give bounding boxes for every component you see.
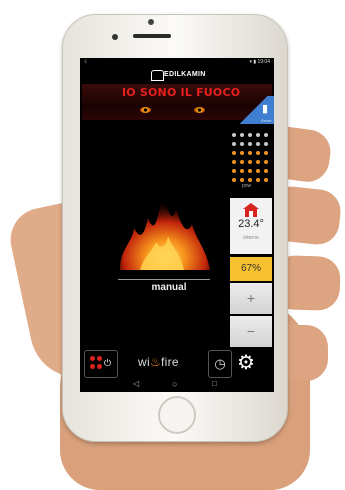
power-dot bbox=[264, 169, 268, 173]
temperature-panel[interactable]: 23.4° interno bbox=[230, 198, 272, 254]
temperature-value: 23.4° bbox=[238, 218, 264, 230]
power-dot bbox=[232, 169, 236, 173]
remote-label: Reset bbox=[261, 118, 272, 123]
power-dot bbox=[256, 151, 260, 155]
wifire-logo-left: wi bbox=[138, 355, 150, 369]
increase-button[interactable]: + bbox=[230, 283, 272, 314]
status-left: ☇ bbox=[84, 59, 87, 65]
power-dot bbox=[248, 142, 252, 146]
android-nav-bar: ◁ ○ □ bbox=[80, 378, 274, 392]
power-dot bbox=[240, 133, 244, 137]
decrease-button[interactable]: − bbox=[230, 316, 272, 347]
brand-name: EDILKAMIN bbox=[164, 71, 206, 78]
flame-icon: ♨ bbox=[149, 355, 161, 369]
dot-icon bbox=[97, 356, 102, 361]
power-dot bbox=[240, 160, 244, 164]
power-label: pow bbox=[242, 183, 252, 189]
proximity-sensor bbox=[148, 19, 154, 25]
banner-title: IO SONO IL FUOCO bbox=[122, 86, 241, 99]
power-dot bbox=[264, 178, 268, 182]
front-camera bbox=[112, 34, 118, 40]
floor-line bbox=[118, 279, 210, 280]
dot-icon bbox=[90, 356, 95, 361]
power-dot bbox=[248, 169, 252, 173]
power-icon: ⏻ bbox=[104, 358, 112, 368]
power-dot bbox=[256, 133, 260, 137]
dot-icon bbox=[90, 364, 95, 369]
app-header: EDILKAMIN bbox=[80, 66, 274, 84]
wifire-logo: wi♨fire bbox=[138, 355, 179, 369]
nav-home-icon[interactable]: ○ bbox=[172, 379, 177, 389]
power-dot bbox=[264, 151, 268, 155]
power-dot bbox=[240, 178, 244, 182]
fan-percent[interactable]: 67% bbox=[230, 257, 272, 281]
dot-icon bbox=[97, 364, 102, 369]
banner: IO SONO IL FUOCO ▮ Reset bbox=[82, 84, 274, 124]
remote-control-icon: ▮ bbox=[262, 103, 269, 115]
power-dot bbox=[232, 178, 236, 182]
app-screen: ☇ ▾ ▮ 19:04 EDILKAMIN IO SONO IL FUOCO ▮… bbox=[80, 58, 274, 392]
status-right: ▾ ▮ 19:04 bbox=[249, 59, 270, 65]
fire-eye-icon bbox=[194, 107, 205, 113]
power-dot bbox=[256, 178, 260, 182]
power-dot bbox=[264, 142, 268, 146]
timer-button[interactable]: ◷ bbox=[208, 350, 232, 378]
remote-button[interactable]: ▮ Reset bbox=[235, 96, 274, 124]
timer-icon: ◷ bbox=[214, 356, 226, 371]
earpiece-speaker bbox=[133, 34, 171, 38]
power-dot bbox=[264, 160, 268, 164]
flame-animation bbox=[120, 190, 210, 270]
power-dot bbox=[256, 142, 260, 146]
power-dot bbox=[240, 151, 244, 155]
wifire-logo-right: fire bbox=[161, 355, 179, 369]
temperature-label: interno bbox=[243, 235, 259, 241]
power-dot bbox=[232, 151, 236, 155]
power-dot bbox=[240, 142, 244, 146]
settings-gear-icon[interactable]: ⚙ bbox=[237, 350, 255, 375]
power-dot bbox=[256, 169, 260, 173]
house-icon bbox=[243, 203, 259, 217]
nav-recent-icon[interactable]: □ bbox=[212, 379, 217, 388]
power-dot bbox=[232, 160, 236, 164]
power-dot bbox=[248, 133, 252, 137]
power-dot bbox=[232, 142, 236, 146]
power-dot bbox=[232, 133, 236, 137]
power-level-dots[interactable] bbox=[232, 133, 270, 185]
bottom-toolbar: ⏻ wi♨fire ◷ ⚙ bbox=[80, 348, 274, 378]
power-dot bbox=[248, 178, 252, 182]
mode-label: manual bbox=[151, 282, 187, 293]
power-dot bbox=[248, 151, 252, 155]
fire-eye-icon bbox=[140, 107, 151, 113]
power-dot bbox=[264, 133, 268, 137]
power-dot bbox=[256, 160, 260, 164]
nav-back-icon[interactable]: ◁ bbox=[133, 379, 139, 388]
power-dot bbox=[240, 169, 244, 173]
phone-home-button[interactable] bbox=[158, 396, 196, 434]
brand-logo-icon bbox=[151, 70, 164, 81]
status-bar: ☇ ▾ ▮ 19:04 bbox=[80, 58, 274, 66]
power-dot bbox=[248, 160, 252, 164]
power-button[interactable]: ⏻ bbox=[84, 350, 118, 378]
